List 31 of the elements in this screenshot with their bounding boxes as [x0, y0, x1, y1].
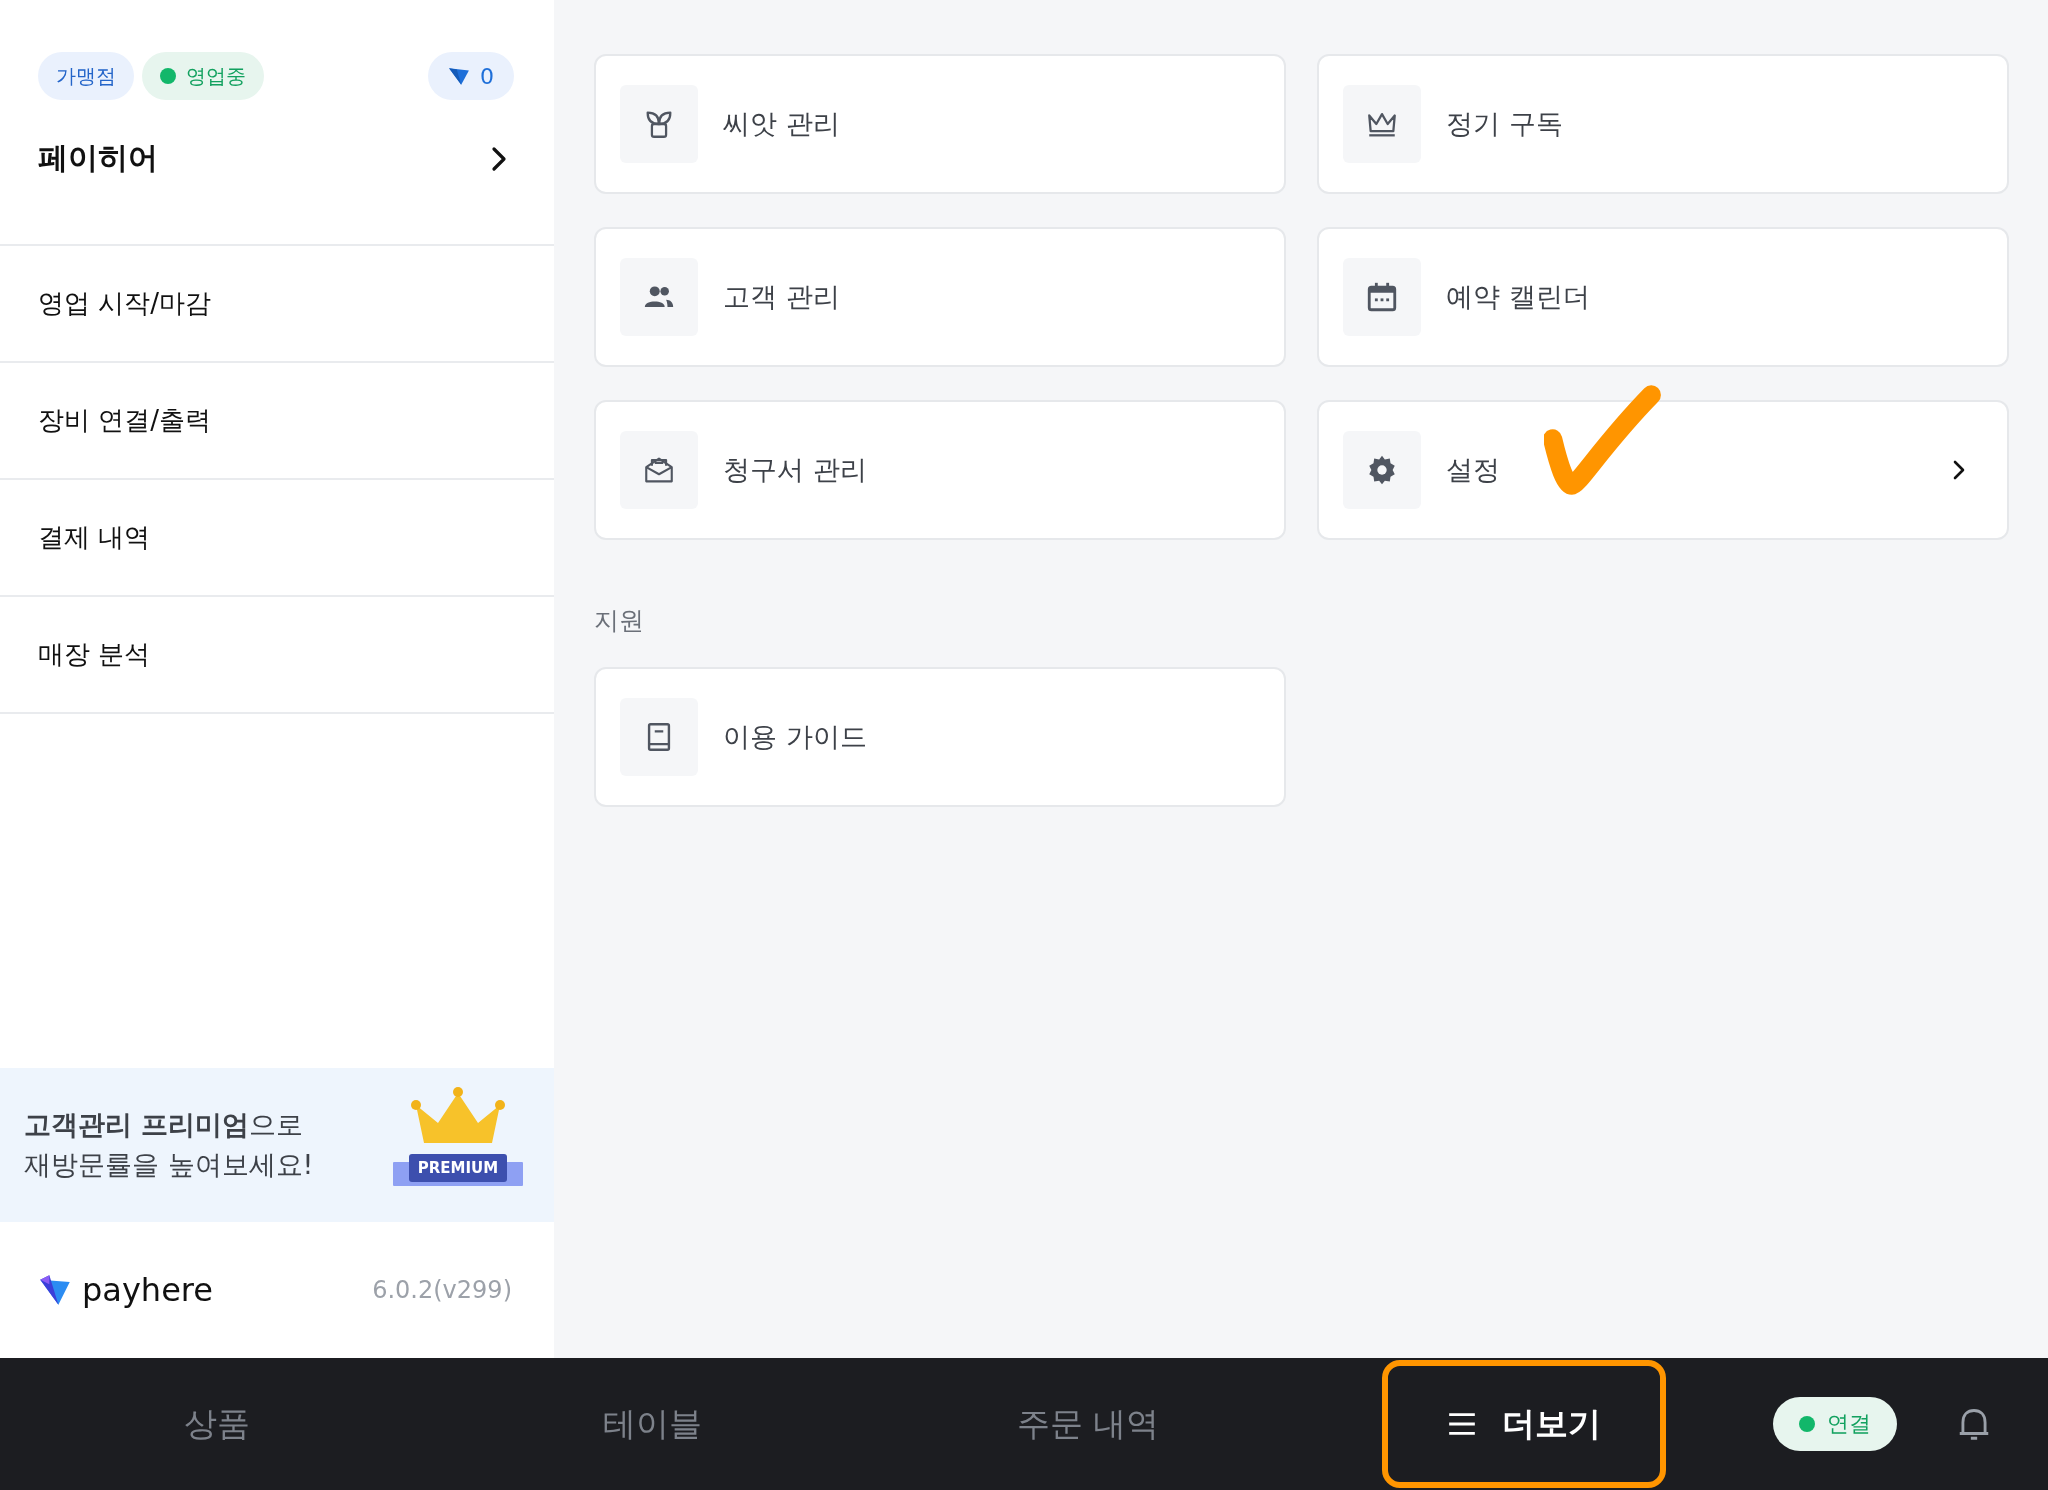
store-name-link[interactable]: 페이히어	[38, 138, 514, 179]
banner-text: 고객관리 프리미엄으로	[24, 1107, 305, 1142]
premium-banner[interactable]: 고객관리 프리미엄으로 재방문률을 높여보세요! PREMIUM	[0, 1068, 554, 1222]
menu-card[interactable]: 예약 캘린더	[1317, 227, 2009, 367]
gear-icon	[1343, 431, 1421, 509]
people-icon	[620, 258, 698, 336]
menu-card[interactable]: 청구서 관리	[594, 400, 1286, 540]
triangle-logo-icon	[38, 1273, 72, 1307]
menu-card[interactable]: 설정	[1317, 400, 2009, 540]
menu-card[interactable]: 이용 가이드	[594, 667, 1286, 807]
menu-icon	[1447, 1412, 1476, 1436]
status-label: 영업중	[186, 62, 246, 90]
nav-tab[interactable]: 상품	[154, 1381, 280, 1467]
menu-card[interactable]: 고객 관리	[594, 227, 1286, 367]
section-heading: 지원	[594, 605, 645, 637]
menu-card[interactable]: 씨앗 관리	[594, 54, 1286, 194]
nav-tab[interactable]: 주문 내역	[986, 1381, 1190, 1467]
status-badge: 가맹점	[38, 52, 134, 100]
version-text: 6.0.2(v299)	[372, 1276, 512, 1304]
points-badge[interactable]: 0	[428, 52, 514, 100]
calendar-icon	[1343, 258, 1421, 336]
brand-name: payhere	[82, 1271, 213, 1309]
nav-tab[interactable]: 더보기	[1417, 1381, 1631, 1467]
book-icon	[620, 698, 698, 776]
nav-tab[interactable]: 테이블	[572, 1381, 732, 1467]
menu-card[interactable]: 정기 구독	[1317, 54, 2009, 194]
envelope-icon	[620, 431, 698, 509]
sprout-icon	[620, 85, 698, 163]
seed-icon	[448, 65, 470, 87]
crown-icon	[1343, 85, 1421, 163]
banner-text: 재방문률을 높여보세요!	[24, 1148, 314, 1182]
